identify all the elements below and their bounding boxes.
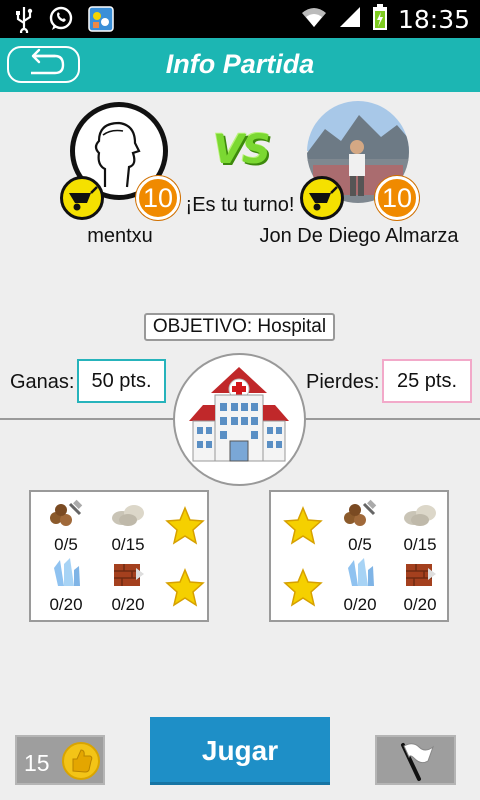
resource-stone: 0/15 xyxy=(103,498,153,555)
status-time: 18:35 xyxy=(397,4,470,34)
level-badge-right: 10 xyxy=(375,176,419,220)
star-icon xyxy=(165,568,205,607)
surrender-button[interactable] xyxy=(375,735,456,785)
resource-crystal: 0/20 xyxy=(335,558,385,615)
crystal-icon xyxy=(348,558,374,586)
wheelbarrow-badge-right xyxy=(300,176,344,220)
resource-stone: 0/15 xyxy=(395,498,445,555)
wifi-icon xyxy=(300,5,328,34)
battery-charging-icon xyxy=(372,3,388,36)
objective-label: OBJETIVO: Hospital xyxy=(144,313,335,341)
brick-icon xyxy=(406,564,436,586)
whatsapp-icon xyxy=(48,5,74,38)
lose-points: 25 pts. xyxy=(382,359,472,403)
resource-brick: 0/20 xyxy=(103,558,153,615)
status-bar: 18:35 xyxy=(0,0,480,38)
coins-count: 15 xyxy=(24,750,50,776)
app-notification-icon xyxy=(88,6,114,37)
resource-panel-left: 0/5 0/15 0/20 0/20 xyxy=(29,490,209,622)
brick-icon xyxy=(114,564,144,586)
level-badge-left: 10 xyxy=(136,176,180,220)
usb-icon xyxy=(14,5,34,38)
star-icon xyxy=(165,506,205,545)
turn-status: ¡Es tu turno! xyxy=(185,194,295,216)
vs-label: VS xyxy=(213,127,271,173)
app-header: Info Partida xyxy=(0,38,480,92)
stone-icon xyxy=(404,505,436,526)
wood-icon xyxy=(50,499,83,526)
lose-label: Pierdes: xyxy=(306,371,380,393)
player-left-name: mentxu xyxy=(87,225,153,247)
player-right-name: Jon De Diego Almarza xyxy=(259,225,459,247)
wheelbarrow-icon xyxy=(309,186,338,211)
thumbs-up-coin-icon xyxy=(62,742,100,780)
resource-panel-right: 0/5 0/15 0/20 0/20 xyxy=(269,490,449,622)
wheelbarrow-icon xyxy=(69,186,98,211)
star-icon xyxy=(283,568,323,607)
stone-icon xyxy=(112,505,144,526)
star-icon xyxy=(283,506,323,545)
coins-button[interactable]: 15 xyxy=(15,735,105,785)
page-title: Info Partida xyxy=(165,49,315,79)
objective-building xyxy=(173,353,306,486)
win-label: Ganas: xyxy=(10,371,75,393)
wood-icon xyxy=(344,499,377,526)
wheelbarrow-badge-left xyxy=(60,176,104,220)
play-button[interactable]: Jugar xyxy=(150,717,330,785)
resource-crystal: 0/20 xyxy=(41,558,91,615)
crystal-icon xyxy=(54,558,80,586)
hospital-icon xyxy=(189,367,289,462)
resource-brick: 0/20 xyxy=(395,558,445,615)
surrender-flag-icon xyxy=(401,743,435,781)
resource-wood: 0/5 xyxy=(41,498,91,555)
resource-wood: 0/5 xyxy=(335,498,385,555)
signal-icon xyxy=(338,5,362,34)
win-points: 50 pts. xyxy=(77,359,166,403)
